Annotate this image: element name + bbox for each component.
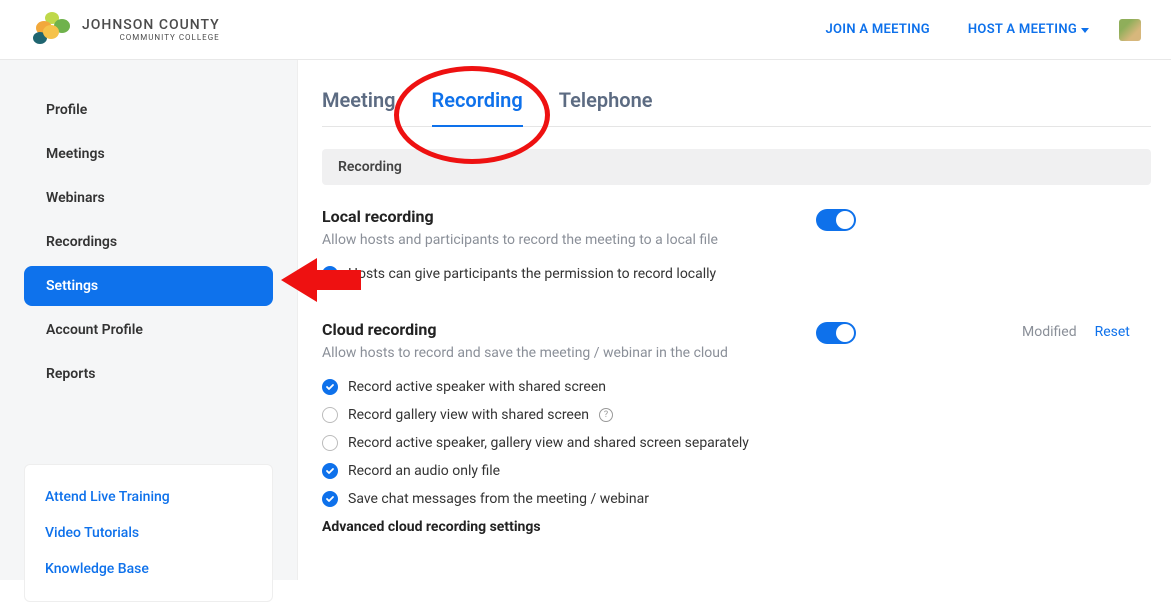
sidebar-item-label: Recordings (46, 234, 117, 250)
sidebar-item-profile[interactable]: Profile (24, 90, 273, 130)
sidebar-help-box: Attend Live Training Video Tutorials Kno… (24, 464, 273, 602)
sidebar-link-knowledge-base[interactable]: Knowledge Base (45, 551, 252, 587)
modified-label: Modified (1022, 324, 1077, 340)
logo-icon (30, 12, 74, 48)
logo[interactable]: JOHNSON COUNTY COMMUNITY COLLEGE (30, 12, 220, 48)
checkbox-icon[interactable] (322, 379, 338, 395)
option-record-audio-only: Record an audio only file (322, 463, 1151, 479)
section-header: Recording (322, 149, 1151, 185)
host-meeting-link[interactable]: HOST A MEETING (968, 22, 1089, 37)
join-meeting-link[interactable]: JOIN A MEETING (825, 22, 929, 37)
sidebar-link-label: Knowledge Base (45, 561, 149, 577)
settings-tabs: Meeting Recording Telephone (322, 88, 1151, 127)
sidebar-item-label: Settings (46, 278, 98, 294)
sidebar-item-account-profile[interactable]: Account Profile (24, 310, 273, 350)
tab-recording[interactable]: Recording (432, 88, 523, 126)
option-label: Record active speaker, gallery view and … (348, 435, 749, 451)
tab-telephone[interactable]: Telephone (559, 88, 653, 126)
main-content: Meeting Recording Telephone Recording Lo… (298, 60, 1171, 580)
option-record-active-speaker: Record active speaker with shared screen (322, 379, 1151, 395)
sidebar-item-label: Account Profile (46, 322, 143, 338)
app-header: JOHNSON COUNTY COMMUNITY COLLEGE JOIN A … (0, 0, 1171, 60)
logo-title: JOHNSON COUNTY (82, 18, 220, 32)
tab-meeting[interactable]: Meeting (322, 88, 396, 126)
option-label: Hosts can give participants the permissi… (348, 266, 716, 282)
toggle-cloud-recording[interactable] (816, 322, 856, 344)
sidebar-link-live-training[interactable]: Attend Live Training (45, 479, 252, 515)
sidebar-item-meetings[interactable]: Meetings (24, 134, 273, 174)
option-label: Save chat messages from the meeting / we… (348, 491, 649, 507)
option-label: Record gallery view with shared screen (348, 407, 589, 423)
checkbox-icon[interactable] (322, 491, 338, 507)
setting-cloud-recording: Cloud recording Allow hosts to record an… (322, 320, 1151, 535)
avatar[interactable] (1119, 19, 1141, 41)
sidebar: Profile Meetings Webinars Recordings Set… (0, 60, 298, 580)
sidebar-item-recordings[interactable]: Recordings (24, 222, 273, 262)
chevron-down-icon (1081, 28, 1089, 33)
sidebar-item-label: Profile (46, 102, 87, 118)
sidebar-link-video-tutorials[interactable]: Video Tutorials (45, 515, 252, 551)
option-label: Record an audio only file (348, 463, 500, 479)
logo-text: JOHNSON COUNTY COMMUNITY COLLEGE (82, 18, 220, 42)
setting-local-recording: Local recording Allow hosts and particip… (322, 207, 1151, 282)
host-meeting-label: HOST A MEETING (968, 22, 1077, 37)
info-icon[interactable]: ? (599, 408, 613, 422)
sidebar-item-webinars[interactable]: Webinars (24, 178, 273, 218)
join-meeting-label: JOIN A MEETING (825, 22, 929, 37)
checkbox-icon[interactable] (322, 463, 338, 479)
logo-subtitle: COMMUNITY COLLEGE (82, 34, 220, 42)
sidebar-link-label: Attend Live Training (45, 489, 170, 505)
tab-label: Telephone (559, 88, 653, 112)
option-save-chat: Save chat messages from the meeting / we… (322, 491, 1151, 507)
option-record-gallery-view: Record gallery view with shared screen ? (322, 407, 1151, 423)
tab-label: Meeting (322, 88, 396, 112)
checkbox-icon[interactable] (322, 435, 338, 451)
option-label: Record active speaker with shared screen (348, 379, 606, 395)
reset-link[interactable]: Reset (1095, 324, 1130, 340)
option-hosts-grant-permission: Hosts can give participants the permissi… (322, 266, 1151, 282)
setting-title: Local recording (322, 207, 1151, 226)
tab-label: Recording (432, 88, 523, 112)
checkbox-icon[interactable] (322, 407, 338, 423)
advanced-settings-heading: Advanced cloud recording settings (322, 519, 1151, 535)
option-record-separately: Record active speaker, gallery view and … (322, 435, 1151, 451)
setting-description: Allow hosts to record and save the meeti… (322, 345, 802, 361)
sidebar-item-label: Meetings (46, 146, 105, 162)
toggle-local-recording[interactable] (816, 209, 856, 231)
sidebar-link-label: Video Tutorials (45, 525, 139, 541)
checkbox-icon[interactable] (322, 266, 338, 282)
sidebar-item-label: Webinars (46, 190, 105, 206)
sidebar-item-settings[interactable]: Settings (24, 266, 273, 306)
sidebar-item-label: Reports (46, 366, 96, 382)
sidebar-item-reports[interactable]: Reports (24, 354, 273, 394)
setting-description: Allow hosts and participants to record t… (322, 232, 802, 248)
